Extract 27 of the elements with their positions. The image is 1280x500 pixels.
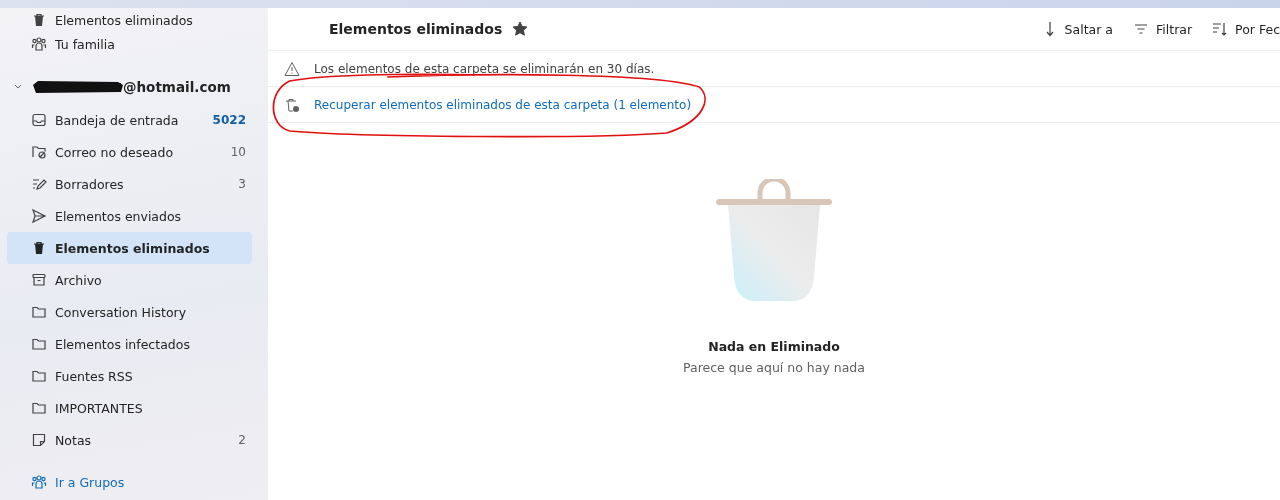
folder-item[interactable]: Correo no deseado 10 (7, 136, 252, 168)
unread-count: 10 (230, 145, 246, 159)
folder-item[interactable]: Elementos eliminados (7, 8, 252, 28)
folder-item[interactable]: Archivo (7, 264, 252, 296)
account-header[interactable]: @hotmail.com (7, 70, 252, 104)
toolbar-button[interactable]: Filtrar (1133, 21, 1193, 37)
folder-item[interactable]: Borradores 3 (7, 168, 252, 200)
folder-item[interactable]: Notas 2 (7, 424, 252, 456)
retention-notice: Los elementos de esta carpeta se eliminarán en 30 días. (314, 61, 655, 76)
unread-count: 5022 (212, 113, 246, 127)
unread-count: 3 (238, 177, 246, 191)
folder-item[interactable]: Bandeja de entrada 5022 (7, 104, 252, 136)
folder-item[interactable]: Elementos infectados (7, 328, 252, 360)
empty-subtitle: Parece que aquí no hay nada (683, 360, 865, 375)
folder-item[interactable]: Elementos eliminados (7, 232, 252, 264)
folder-item[interactable]: IMPORTANTES (7, 392, 252, 424)
toolbar-button[interactable]: Por Fec (1212, 21, 1280, 37)
empty-title: Nada en Eliminado (708, 339, 840, 354)
folder-item[interactable]: Fuentes RSS (7, 360, 252, 392)
groups-link[interactable]: Ir a Grupos (7, 466, 252, 498)
folder-item[interactable]: Tu familia (7, 28, 252, 60)
folder-item[interactable]: Elementos enviados (7, 200, 252, 232)
folder-title: Elementos eliminados (329, 21, 503, 37)
recover-link[interactable]: Recuperar elementos eliminados de esta carpeta (1 elemento) (314, 97, 692, 112)
toolbar-button[interactable]: Saltar a (1041, 21, 1113, 37)
unread-count: 2 (238, 433, 246, 447)
folder-item[interactable]: Conversation History (7, 296, 252, 328)
